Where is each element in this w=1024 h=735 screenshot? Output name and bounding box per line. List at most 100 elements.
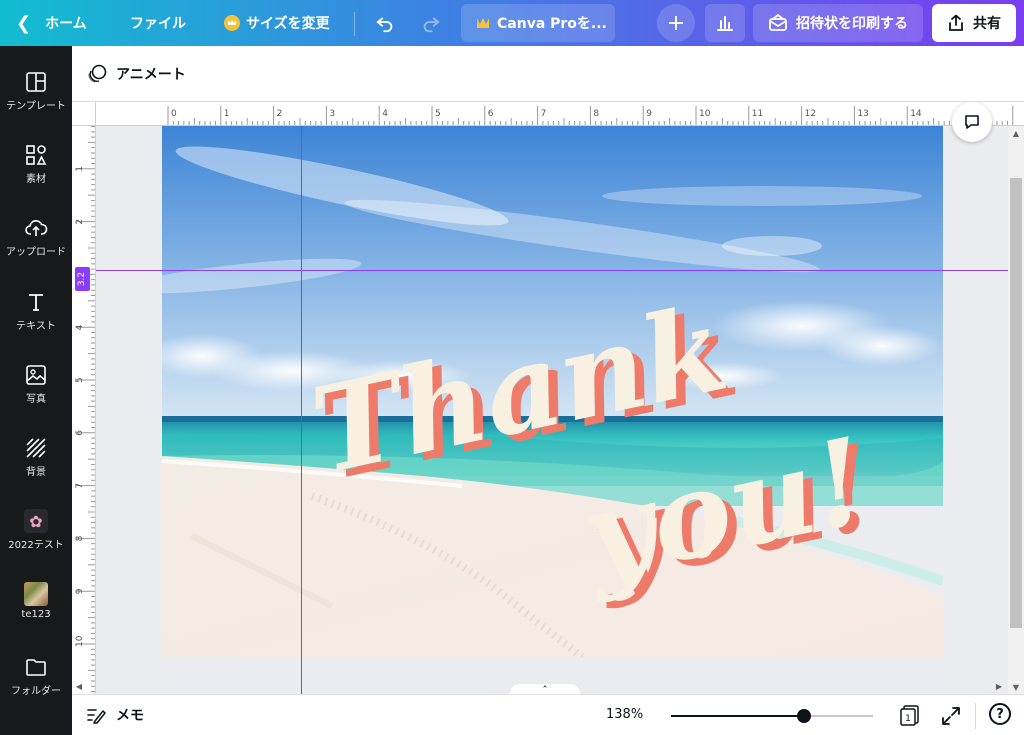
notes-label: メモ <box>116 708 144 724</box>
ruler-label: 5 <box>75 377 85 383</box>
sidebar-item-label: 2022テスト <box>8 540 64 551</box>
vertical-ruler-scale: 12345678910 <box>75 126 95 693</box>
file-menu-button[interactable]: ファイル <box>130 0 186 46</box>
ruler-label: 4 <box>382 109 388 119</box>
sidebar-item-uploads[interactable]: アップロード <box>0 216 72 258</box>
resize-label: サイズを変更 <box>246 16 330 32</box>
ruler-label: 9 <box>75 588 85 594</box>
print-invitation-button[interactable]: 招待状を印刷する <box>753 4 923 42</box>
divider <box>354 12 355 36</box>
background-icon <box>26 438 46 458</box>
context-toolbar: アニメート <box>72 46 1024 102</box>
ruler-label: 13 <box>857 109 868 119</box>
ruler-label: 5 <box>435 109 441 119</box>
template-icon <box>26 72 46 92</box>
redo-icon[interactable] <box>420 12 442 34</box>
ruler-label: 8 <box>75 535 85 541</box>
plus-icon: + <box>666 10 686 36</box>
comment-button[interactable] <box>952 102 992 142</box>
ruler-label: 12 <box>805 109 816 119</box>
canva-pro-label: Canva Proを... <box>497 16 607 32</box>
ruler-label: 3 <box>329 109 335 119</box>
horizontal-ruler-scale: 0123456789101112131415 <box>167 106 1014 125</box>
ruler-label: 7 <box>541 109 547 119</box>
ruler-label: 4 <box>75 324 85 330</box>
ruler-label: 1 <box>75 166 85 172</box>
animate-button[interactable]: アニメート <box>86 63 186 85</box>
canvas-workspace[interactable]: 0123456789101112131415 12345678910 <box>72 102 1024 694</box>
canva-pro-button[interactable]: Canva Proを... <box>461 4 615 42</box>
share-icon <box>949 14 963 31</box>
fullscreen-icon[interactable] <box>940 705 962 727</box>
zoom-slider-handle[interactable] <box>797 709 812 723</box>
sidebar-item-templates[interactable]: テンプレート <box>0 70 72 112</box>
horizontal-ruler[interactable]: 0123456789101112131415 <box>96 102 1024 126</box>
bottom-bar: メモ 138% 1 ? <box>72 694 1024 735</box>
zoom-slider[interactable] <box>671 715 873 717</box>
share-button[interactable]: 共有 <box>932 4 1016 42</box>
vertical-scrollbar[interactable]: ▲ ▼ <box>1008 126 1024 694</box>
vertical-guide[interactable] <box>301 126 302 694</box>
zoom-slider-fill <box>671 715 805 717</box>
ruler-label: 6 <box>75 430 85 436</box>
top-bar: ❮ ホーム ファイル サイズを変更 Canva Proを... + 招待状を印刷… <box>0 0 1024 46</box>
upload-icon <box>25 220 48 236</box>
sidebar-item-background[interactable]: 背景 <box>0 436 72 478</box>
animate-label: アニメート <box>116 66 186 83</box>
page-count: 1 <box>905 714 911 724</box>
thank-you-text[interactable]: Thank Thank you! you! <box>162 126 943 657</box>
resize-button[interactable]: サイズを変更 <box>224 0 330 46</box>
ruler-label: 1 <box>224 109 230 119</box>
scroll-left-icon[interactable]: ◀ <box>72 678 86 694</box>
help-button[interactable]: ? <box>989 703 1011 725</box>
design-page[interactable]: Thank Thank you! you! <box>162 126 943 657</box>
ruler-label: 7 <box>75 483 85 489</box>
add-button[interactable]: + <box>657 4 695 42</box>
sidebar-item-text[interactable]: テキスト <box>0 290 72 332</box>
comment-icon <box>965 115 979 129</box>
ruler-label: 10 <box>699 109 711 119</box>
scroll-down-icon[interactable]: ▼ <box>1008 680 1024 694</box>
ruler-label: 6 <box>488 109 494 119</box>
crown-icon <box>224 15 240 31</box>
crown-icon <box>477 18 489 28</box>
scroll-right-icon[interactable]: ▶ <box>992 678 1006 694</box>
ruler-label: 9 <box>646 109 652 119</box>
sidebar: テンプレート 素材 アップロード テキスト 写真 背景 ✿ 2022テスト te… <box>0 46 72 735</box>
envelope-icon <box>769 14 787 31</box>
ruler-label: 0 <box>171 109 177 119</box>
home-label: ホーム <box>45 16 87 32</box>
sidebar-item-te123[interactable]: te123 <box>0 582 72 620</box>
sidebar-item-folders[interactable]: フォルダー <box>0 655 72 697</box>
zoom-value[interactable]: 138% <box>606 707 643 722</box>
sidebar-item-label: te123 <box>21 609 51 620</box>
vertical-ruler[interactable]: 12345678910 <box>72 126 96 694</box>
home-button[interactable]: ❮ ホーム <box>16 0 87 46</box>
ruler-label: 2 <box>277 109 283 119</box>
sidebar-item-label: 素材 <box>26 174 46 185</box>
divider <box>975 703 976 729</box>
sidebar-item-label: フォルダー <box>11 686 61 697</box>
notes-button[interactable]: メモ <box>86 705 144 725</box>
sidebar-item-label: テンプレート <box>6 101 66 112</box>
insights-button[interactable] <box>705 4 745 42</box>
sidebar-item-elements[interactable]: 素材 <box>0 143 72 185</box>
elements-icon <box>26 145 47 165</box>
sidebar-item-2022-test[interactable]: ✿ 2022テスト <box>0 509 72 551</box>
flower-icon: ✿ <box>24 509 48 533</box>
thumbnail-icon <box>24 582 48 606</box>
scroll-up-icon[interactable]: ▲ <box>1008 126 1024 140</box>
guide-position-badge: 3.2 <box>75 267 90 291</box>
sidebar-item-label: テキスト <box>16 321 56 332</box>
scrollbar-thumb[interactable] <box>1010 178 1022 628</box>
horizontal-guide[interactable] <box>96 270 1024 271</box>
sidebar-item-label: 写真 <box>26 394 46 405</box>
photo-icon <box>26 365 46 385</box>
sidebar-item-label: アップロード <box>6 247 66 258</box>
text-icon <box>29 294 43 311</box>
print-invitation-label: 招待状を印刷する <box>796 16 908 32</box>
page-count-button[interactable]: 1 <box>898 703 922 727</box>
sidebar-item-photos[interactable]: 写真 <box>0 363 72 405</box>
bar-chart-icon <box>717 16 733 31</box>
undo-icon[interactable] <box>374 12 396 34</box>
